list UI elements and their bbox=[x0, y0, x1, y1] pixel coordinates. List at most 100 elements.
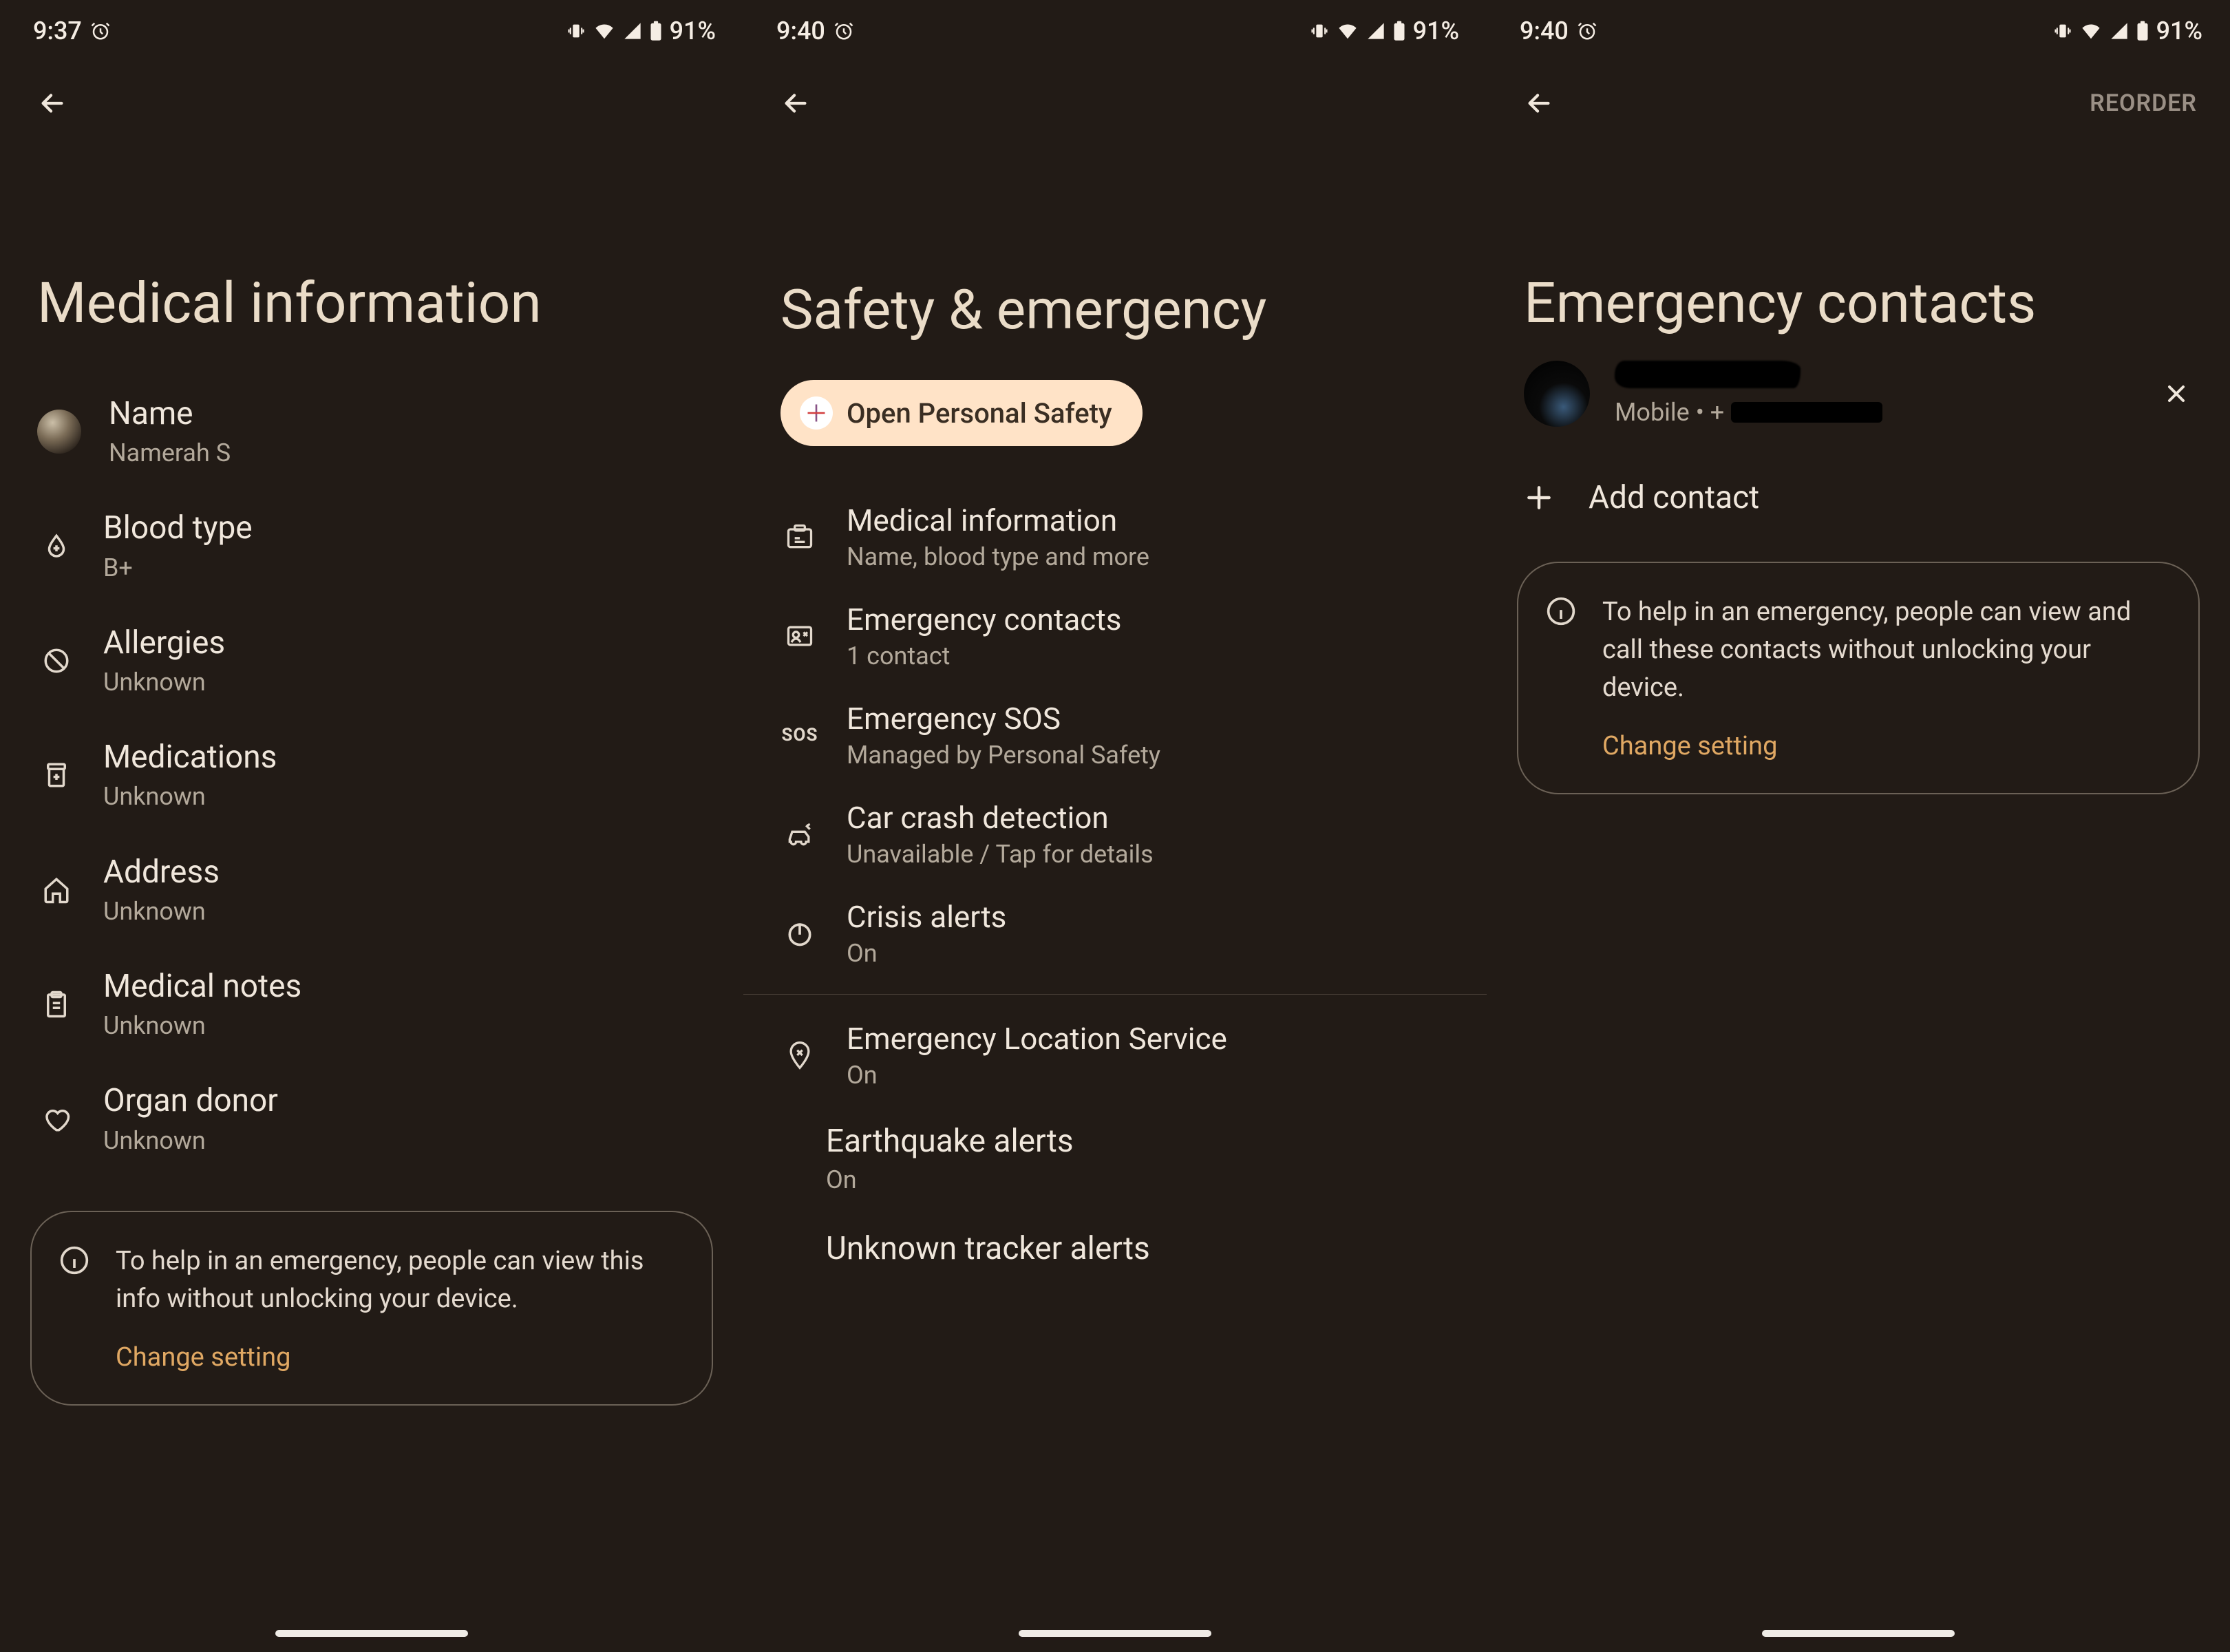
battery-icon bbox=[649, 21, 663, 41]
change-setting-link[interactable]: Change setting bbox=[1602, 728, 1777, 765]
nav-handle[interactable] bbox=[275, 1630, 468, 1637]
vibrate-icon bbox=[2053, 21, 2072, 41]
row-earthquake-alerts[interactable]: Earthquake alerts On bbox=[743, 1105, 1487, 1212]
row-blood-type[interactable]: Blood type B+ bbox=[0, 489, 743, 603]
row-sub: Unknown bbox=[103, 897, 706, 926]
block-icon bbox=[37, 642, 76, 680]
wifi-icon bbox=[1336, 21, 1359, 41]
status-bar: 9:40 91% bbox=[743, 0, 1487, 56]
home-icon bbox=[37, 871, 76, 909]
info-card: To help in an emergency, people can view… bbox=[30, 1211, 713, 1406]
row-title: Emergency Location Service bbox=[847, 1021, 1450, 1057]
alarm-icon bbox=[90, 21, 111, 41]
signal-icon bbox=[623, 21, 642, 41]
nav-handle[interactable] bbox=[1762, 1630, 1955, 1637]
row-title: Crisis alerts bbox=[847, 899, 1450, 935]
row-title: Medical notes bbox=[103, 968, 706, 1006]
app-bar bbox=[0, 56, 743, 136]
row-emergency-contacts[interactable]: Emergency contacts 1 contact bbox=[743, 586, 1487, 686]
row-unknown-tracker[interactable]: Unknown tracker alerts bbox=[743, 1212, 1487, 1267]
info-icon bbox=[59, 1245, 92, 1278]
row-title: Address bbox=[103, 854, 706, 891]
power-icon bbox=[780, 914, 819, 953]
row-title: Allergies bbox=[103, 624, 706, 662]
signal-icon bbox=[2110, 21, 2129, 41]
row-address[interactable]: Address Unknown bbox=[0, 833, 743, 947]
change-setting-link[interactable]: Change setting bbox=[116, 1339, 290, 1377]
info-card: To help in an emergency, people can view… bbox=[1517, 562, 2200, 794]
open-personal-safety-button[interactable]: Open Personal Safety bbox=[780, 380, 1143, 446]
status-bar: 9:40 91% bbox=[1487, 0, 2230, 56]
signal-icon bbox=[1366, 21, 1385, 41]
contact-row[interactable]: Mobile • + bbox=[1487, 361, 2230, 454]
row-sub: Namerah S bbox=[109, 438, 706, 468]
safety-app-icon bbox=[800, 396, 833, 430]
screen-emergency-contacts: 9:40 91% REORDER Emergency contacts Mobi… bbox=[1487, 0, 2230, 1652]
row-title: Medications bbox=[103, 739, 706, 776]
status-bar: 9:37 91% bbox=[0, 0, 743, 56]
page-title: Safety & emergency bbox=[743, 136, 1487, 380]
car-crash-icon bbox=[780, 815, 819, 854]
status-time: 9:40 bbox=[1520, 17, 1569, 45]
battery-text: 91% bbox=[670, 17, 716, 45]
remove-contact-button[interactable] bbox=[2160, 377, 2193, 410]
medication-icon bbox=[37, 756, 76, 794]
row-organ-donor[interactable]: Organ donor Unknown bbox=[0, 1061, 743, 1176]
nav-handle[interactable] bbox=[1019, 1630, 1211, 1637]
pill-label: Open Personal Safety bbox=[847, 397, 1112, 430]
row-sub: Unknown bbox=[103, 668, 706, 697]
app-bar: REORDER bbox=[1487, 56, 2230, 136]
contact-name-redacted bbox=[1615, 361, 2135, 391]
battery-icon bbox=[1392, 21, 1406, 41]
reorder-button[interactable]: REORDER bbox=[2090, 89, 2197, 117]
row-name[interactable]: Name Namerah S bbox=[0, 374, 743, 489]
alarm-icon bbox=[1577, 21, 1597, 41]
row-medical-notes[interactable]: Medical notes Unknown bbox=[0, 947, 743, 1061]
row-crisis-alerts[interactable]: Crisis alerts On bbox=[743, 884, 1487, 983]
app-bar bbox=[743, 56, 1487, 136]
row-sub: On bbox=[847, 1061, 1450, 1090]
info-text: To help in an emergency, people can view… bbox=[1602, 593, 2165, 707]
droplet-icon bbox=[37, 527, 76, 566]
row-sub: B+ bbox=[103, 553, 706, 583]
contact-phone: Mobile • + bbox=[1615, 398, 2135, 427]
contact-card-icon bbox=[780, 617, 819, 655]
wifi-icon bbox=[593, 21, 616, 41]
battery-text: 91% bbox=[2156, 17, 2202, 45]
id-card-icon bbox=[780, 518, 819, 556]
row-title: Blood type bbox=[103, 509, 706, 547]
row-emergency-sos[interactable]: SOS Emergency SOS Managed by Personal Sa… bbox=[743, 686, 1487, 785]
row-sub: Name, blood type and more bbox=[847, 542, 1450, 571]
battery-text: 91% bbox=[1413, 17, 1459, 45]
alarm-icon bbox=[833, 21, 854, 41]
plus-icon bbox=[1524, 483, 1554, 513]
row-sub: Unknown bbox=[103, 1011, 706, 1041]
row-sub: Unknown bbox=[103, 1126, 706, 1156]
status-time: 9:37 bbox=[33, 17, 82, 45]
info-text: To help in an emergency, people can view… bbox=[116, 1242, 679, 1318]
row-emergency-location[interactable]: Emergency Location Service On bbox=[743, 1006, 1487, 1105]
heart-icon bbox=[37, 1100, 76, 1139]
back-button[interactable] bbox=[33, 84, 72, 123]
add-contact-button[interactable]: Add contact bbox=[1487, 454, 2230, 541]
page-title: Emergency contacts bbox=[1487, 136, 2230, 361]
vibrate-icon bbox=[1310, 21, 1329, 41]
add-contact-label: Add contact bbox=[1589, 479, 1759, 516]
sos-icon: SOS bbox=[780, 716, 819, 754]
back-button[interactable] bbox=[1520, 84, 1558, 123]
row-car-crash[interactable]: Car crash detection Unavailable / Tap fo… bbox=[743, 785, 1487, 884]
row-sub: Unknown bbox=[103, 782, 706, 812]
row-medications[interactable]: Medications Unknown bbox=[0, 718, 743, 832]
location-icon bbox=[780, 1036, 819, 1074]
vibrate-icon bbox=[566, 21, 586, 41]
row-medical-info[interactable]: Medical information Name, blood type and… bbox=[743, 487, 1487, 586]
row-title: Emergency SOS bbox=[847, 701, 1450, 737]
info-icon bbox=[1546, 596, 1579, 629]
row-title: Organ donor bbox=[103, 1082, 706, 1120]
row-allergies[interactable]: Allergies Unknown bbox=[0, 604, 743, 718]
avatar bbox=[37, 410, 81, 454]
screen-medical-info: 9:37 91% Medical information Name Namera… bbox=[0, 0, 743, 1652]
back-button[interactable] bbox=[776, 84, 815, 123]
contact-avatar bbox=[1524, 361, 1590, 427]
page-title: Medical information bbox=[0, 136, 743, 374]
